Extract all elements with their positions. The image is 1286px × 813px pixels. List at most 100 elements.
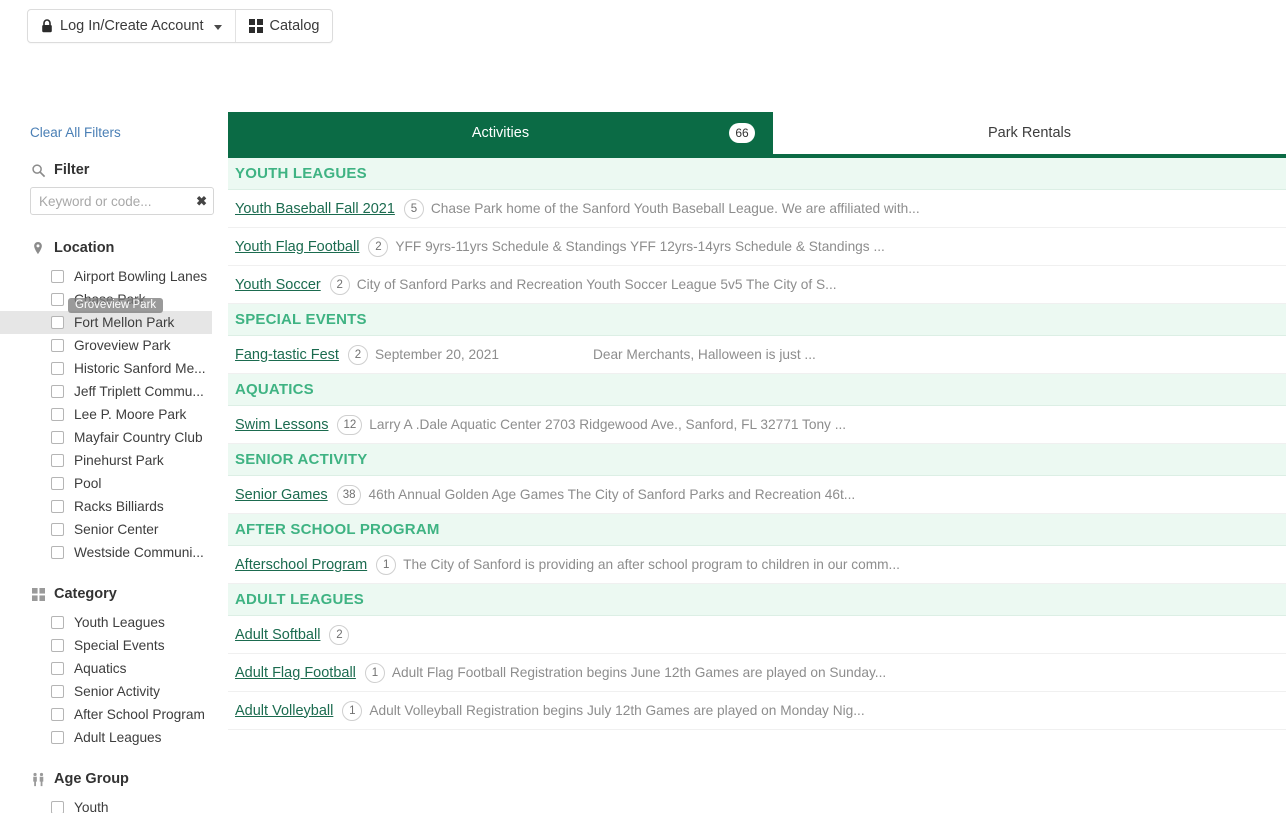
filter-option-label: Airport Bowling Lanes xyxy=(74,269,207,284)
filter-option-label: Special Events xyxy=(74,638,165,653)
clear-search-icon[interactable]: ✖ xyxy=(196,195,207,208)
tab-park-rentals[interactable]: Park Rentals xyxy=(773,112,1286,154)
activity-row[interactable]: Youth Flag Football2YFF 9yrs-11yrs Sched… xyxy=(228,228,1286,266)
checkbox-icon[interactable] xyxy=(51,270,64,283)
filter-option[interactable]: After School Program xyxy=(30,703,228,726)
filter-option[interactable]: Adult Leagues xyxy=(30,726,228,749)
filter-option[interactable]: Pinehurst Park xyxy=(30,449,228,472)
filter-group-title-filter: Filter xyxy=(54,162,89,178)
filter-option-label: Youth xyxy=(74,800,109,813)
activity-link[interactable]: Adult Flag Football xyxy=(235,665,356,681)
map-pin-icon xyxy=(30,240,46,256)
filter-option[interactable]: Pool xyxy=(30,472,228,495)
section-header: ADULT LEAGUES xyxy=(228,584,1286,616)
login-create-account-button[interactable]: Log In/Create Account xyxy=(28,10,235,42)
filter-option[interactable]: Special Events xyxy=(30,634,228,657)
activity-row[interactable]: Youth Soccer2City of Sanford Parks and R… xyxy=(228,266,1286,304)
activity-count-badge: 38 xyxy=(337,485,362,505)
tab-bar: Activities 66 Park Rentals xyxy=(228,112,1286,154)
filter-option[interactable]: Fort Mellon Park xyxy=(0,311,212,334)
filter-option[interactable]: Youth xyxy=(30,796,228,813)
filter-option[interactable]: Youth Leagues xyxy=(30,611,228,634)
section-title: SENIOR ACTIVITY xyxy=(235,451,367,468)
activity-row[interactable]: Adult Flag Football 1 Adult Flag Football … xyxy=(228,654,1286,692)
filter-group-title-category: Category xyxy=(54,586,117,602)
section-header: YOUTH LEAGUES xyxy=(228,158,1286,190)
checkbox-icon[interactable] xyxy=(51,546,64,559)
catalog-button[interactable]: Catalog xyxy=(236,10,333,42)
main-panel: Activities 66 Park Rentals YOUTH LEAGUES… xyxy=(228,112,1286,813)
activity-row[interactable]: Adult Volleyball1Adult Volleyball Regist… xyxy=(228,692,1286,730)
activity-description: City of Sanford Parks and Recreation You… xyxy=(357,277,837,292)
activity-link[interactable]: Adult Softball xyxy=(235,627,320,643)
activity-row[interactable]: Senior Games3846th Annual Golden Age Gam… xyxy=(228,476,1286,514)
activity-description: Larry A .Dale Aquatic Center 2703 Ridgew… xyxy=(369,417,846,432)
activity-link[interactable]: Swim Lessons xyxy=(235,417,328,433)
checkbox-icon[interactable] xyxy=(51,362,64,375)
filter-group-location: LocationAirport Bowling LanesChase ParkF… xyxy=(30,240,228,564)
checkbox-icon[interactable] xyxy=(51,523,64,536)
activity-link[interactable]: Fang-tastic Fest xyxy=(235,347,339,363)
checkbox-icon[interactable] xyxy=(51,731,64,744)
activity-count-badge: 2 xyxy=(329,625,349,645)
activity-link[interactable]: Senior Games xyxy=(235,487,328,503)
grid-icon xyxy=(249,19,263,33)
search-input[interactable] xyxy=(30,187,214,215)
activity-link[interactable]: Youth Flag Football xyxy=(235,239,359,255)
activity-link[interactable]: Youth Baseball Fall 2021 xyxy=(235,201,395,217)
activity-row[interactable]: Swim Lessons12Larry A .Dale Aquatic Cent… xyxy=(228,406,1286,444)
checkbox-icon[interactable] xyxy=(51,477,64,490)
tab-activities-badge: 66 xyxy=(729,123,755,143)
checkbox-icon[interactable] xyxy=(51,339,64,352)
activity-link[interactable]: Youth Soccer xyxy=(235,277,321,293)
checkbox-icon[interactable] xyxy=(51,454,64,467)
checkbox-icon[interactable] xyxy=(51,316,64,329)
checkbox-icon[interactable] xyxy=(51,639,64,652)
activity-link[interactable]: Afterschool Program xyxy=(235,557,367,573)
activity-description: Chase Park home of the Sanford Youth Bas… xyxy=(431,201,920,216)
activity-count-badge: 1 xyxy=(365,663,385,683)
checkbox-icon[interactable] xyxy=(51,685,64,698)
filter-option[interactable]: Jeff Triplett Commu... xyxy=(30,380,228,403)
filter-option[interactable]: Aquatics xyxy=(30,657,228,680)
filter-option[interactable]: Senior Activity xyxy=(30,680,228,703)
filter-option-label: Youth Leagues xyxy=(74,615,165,630)
activity-description: Adult Flag Football Registration begins … xyxy=(392,665,886,680)
checkbox-icon[interactable] xyxy=(51,385,64,398)
filter-option[interactable]: Historic Sanford Me... xyxy=(30,357,228,380)
tab-activities-label: Activities xyxy=(472,125,529,141)
filter-option-label: Racks Billiards xyxy=(74,499,164,514)
filter-option[interactable]: Senior Center xyxy=(30,518,228,541)
filter-option-label: Westside Communi... xyxy=(74,545,204,560)
activity-link[interactable]: Adult Volleyball xyxy=(235,703,333,719)
filter-option[interactable]: Groveview Park xyxy=(30,334,228,357)
filter-option[interactable]: Airport Bowling Lanes xyxy=(30,265,228,288)
section-header: SENIOR ACTIVITY xyxy=(228,444,1286,476)
checkbox-icon[interactable] xyxy=(51,408,64,421)
filter-option[interactable]: Lee P. Moore Park xyxy=(30,403,228,426)
checkbox-icon[interactable] xyxy=(51,500,64,513)
activity-row[interactable]: Youth Baseball Fall 20215Chase Park home… xyxy=(228,190,1286,228)
top-toolbar: Log In/Create Account Catalog xyxy=(27,9,333,43)
checkbox-icon[interactable] xyxy=(51,801,64,813)
filter-option[interactable]: Westside Communi... xyxy=(30,541,228,564)
checkbox-icon[interactable] xyxy=(51,662,64,675)
activity-row[interactable]: Afterschool Program1The City of Sanford … xyxy=(228,546,1286,584)
filter-option[interactable]: Mayfair Country Club xyxy=(30,426,228,449)
clear-all-filters-link[interactable]: Clear All Filters xyxy=(30,125,121,140)
checkbox-icon[interactable] xyxy=(51,616,64,629)
activity-count-badge: 2 xyxy=(348,345,368,365)
tab-activities[interactable]: Activities 66 xyxy=(228,112,773,154)
section-header: SPECIAL EVENTS xyxy=(228,304,1286,336)
search-box: ✖ xyxy=(30,187,214,215)
filter-option[interactable]: Racks Billiards xyxy=(30,495,228,518)
checkbox-icon[interactable] xyxy=(51,708,64,721)
activity-row[interactable]: Adult Softball 2 xyxy=(228,616,1286,654)
section-title: ADULT LEAGUES xyxy=(235,591,364,608)
filter-options-location: Airport Bowling LanesChase ParkFort Mell… xyxy=(30,265,228,564)
activity-row[interactable]: Fang-tastic Fest2September 20, 2021Dear … xyxy=(228,336,1286,374)
activity-description: Adult Volleyball Registration begins Jul… xyxy=(369,703,864,718)
filter-option[interactable]: Chase Park xyxy=(30,288,228,311)
checkbox-icon[interactable] xyxy=(51,293,64,306)
checkbox-icon[interactable] xyxy=(51,431,64,444)
